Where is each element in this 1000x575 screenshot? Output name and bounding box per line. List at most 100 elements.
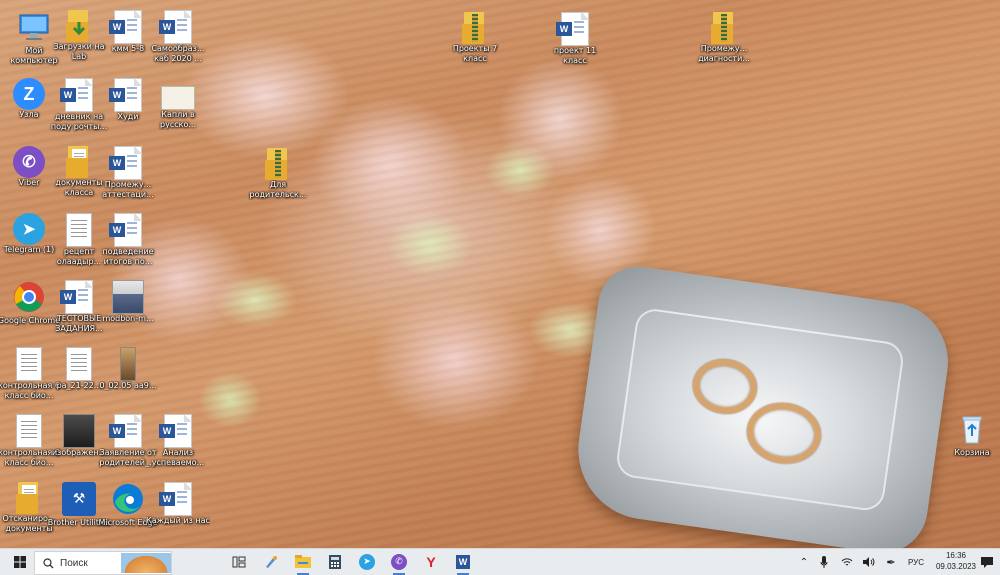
photo-thumbnail-icon [112, 280, 144, 314]
desktop-icon-label: modbon-m... [102, 314, 154, 323]
notifications-button[interactable] [978, 549, 996, 575]
desktop-icon-intermediate-diag[interactable]: Промежу... диагности... [692, 12, 756, 64]
desktop-icon-label: проект 11 класс [553, 46, 597, 65]
download-folder-icon [64, 10, 94, 42]
recycle-bin-icon [955, 412, 989, 446]
zip-folder-icon [263, 148, 293, 180]
taskbar: Поиск ➤ ✆ Y W ⌃ ✒ РУС 16:36 09.03.2023 [0, 548, 1000, 575]
calculator-icon [329, 555, 341, 569]
desktop-icon-modbon[interactable]: modbon-m... [96, 280, 160, 324]
microphone-indicator[interactable] [816, 549, 832, 575]
desktop-icon-projects-7[interactable]: Проекты 7 класс [443, 12, 507, 64]
image-doc-icon [16, 347, 42, 381]
volume-button[interactable] [860, 549, 878, 575]
zip-folder-icon [709, 12, 739, 44]
taskbar-app-explorer[interactable] [290, 549, 316, 575]
clock-date: 09.03.2023 [935, 562, 976, 571]
desktop-icon-self-edu[interactable]: W Самообраз... каб 2020 ... [146, 10, 210, 64]
search-highlight-image [121, 553, 171, 573]
word-doc-icon: W [60, 78, 93, 112]
word-doc-icon: W [556, 12, 589, 46]
desktop-icon-project-11[interactable]: W проект 11 класс [543, 12, 607, 66]
task-view-button[interactable] [226, 549, 252, 575]
desktop-icon-each-of-us[interactable]: W Каждый из нас [146, 482, 210, 526]
word-doc-icon: W [159, 482, 192, 516]
language-label: РУС [907, 557, 925, 567]
clock-time: 16:36 [945, 551, 966, 560]
desktop-icon-label: подведение итогов по... [102, 247, 154, 266]
desktop-icon-recycle-bin[interactable]: Корзина [940, 412, 1000, 458]
chrome-icon [12, 280, 46, 314]
silver-tray [569, 261, 956, 548]
desktop-icon-drops[interactable]: Капли в русско... [146, 78, 210, 130]
yandex-browser-icon: Y [426, 554, 436, 570]
word-doc-icon: W [60, 280, 93, 314]
telegram-icon: ➤ [13, 213, 45, 245]
speaker-icon [863, 557, 875, 567]
image-doc-icon [16, 414, 42, 448]
word-doc-icon: W [109, 10, 142, 44]
photo-thumbnail-icon [63, 414, 95, 448]
viber-icon: ✆ [13, 146, 45, 178]
desktop-icon-summary[interactable]: W подведение итогов по... [96, 213, 160, 267]
taskbar-clock[interactable]: 16:36 09.03.2023 [936, 550, 976, 572]
telegram-icon: ➤ [359, 554, 375, 570]
taskbar-app-telegram[interactable]: ➤ [354, 549, 380, 575]
desktop-icon-label: Каждый из нас [146, 516, 210, 525]
desktop-icon-label: Самообраз... каб 2020 ... [151, 44, 205, 63]
language-indicator[interactable]: РУС [904, 549, 928, 575]
pen-icon: ✒ [886, 555, 896, 569]
paint-brush-icon [266, 556, 277, 568]
pen-button[interactable]: ✒ [882, 549, 900, 575]
search-placeholder: Поиск [60, 557, 88, 569]
search-icon [43, 557, 54, 568]
network-button[interactable] [838, 549, 856, 575]
desktop-icon-label: Проекты 7 класс [452, 44, 498, 63]
start-button[interactable] [8, 549, 32, 575]
taskbar-app-calculator[interactable] [322, 549, 348, 575]
desktop-icon-label: Промежу... аттестаци... [102, 180, 154, 199]
task-view-icon [232, 556, 246, 568]
notification-icon [981, 556, 993, 568]
taskbar-app-yandex[interactable]: Y [418, 549, 444, 575]
taskbar-search-box[interactable]: Поиск [34, 551, 172, 575]
zoom-icon: Z [13, 78, 45, 110]
photo-thumbnail-icon [120, 347, 136, 381]
word-doc-icon: W [159, 10, 192, 44]
image-doc-icon [66, 347, 92, 381]
desktop-icon-attestation[interactable]: W Промежу... аттестаци... [96, 146, 160, 200]
edge-icon [111, 482, 145, 516]
word-doc-icon: W [109, 146, 142, 180]
file-explorer-icon [295, 555, 311, 568]
desktop-icon-analysis[interactable]: W Анализ успеваемо... [146, 414, 210, 468]
word-doc-icon: W [159, 414, 192, 448]
desktop-icon-label: Капли в русско... [160, 110, 196, 129]
computer-icon [17, 10, 51, 44]
show-hidden-icons-button[interactable]: ⌃ [796, 549, 812, 575]
brother-utilities-icon: ⚒ [62, 482, 96, 516]
desktop-icon-label: 0_02.05 аа9... [99, 381, 157, 390]
wifi-icon [841, 558, 853, 566]
word-icon: W [456, 555, 470, 569]
word-doc-icon: W [109, 78, 142, 112]
desktop-icon-for-parents[interactable]: Для родительск... [246, 148, 310, 200]
windows-logo-icon [14, 556, 26, 568]
taskbar-app-viber[interactable]: ✆ [386, 549, 412, 575]
desktop-icon-label: Анализ успеваемо... [151, 448, 205, 467]
chevron-up-icon: ⌃ [799, 556, 809, 568]
folder-icon [14, 482, 44, 514]
desktop-wallpaper: Мой компьютер Z Узла ✆ Viber ➤ Telegram … [0, 0, 1000, 548]
taskbar-app-word[interactable]: W [450, 549, 476, 575]
desktop-icon-label: Корзина [954, 448, 990, 457]
desktop-icon-label: Для родительск... [249, 180, 307, 199]
zip-folder-icon [460, 12, 490, 44]
word-doc-icon: W [109, 213, 142, 247]
viber-icon: ✆ [391, 554, 407, 570]
image-thumbnail-icon [161, 86, 195, 110]
desktop-icon-photo-0205[interactable]: 0_02.05 аа9... [96, 347, 160, 391]
desktop-icon-label: Промежу... диагности... [698, 44, 750, 63]
taskbar-app-paint[interactable] [258, 549, 284, 575]
text-doc-icon [66, 213, 92, 247]
word-doc-icon: W [109, 414, 142, 448]
microphone-icon [820, 556, 828, 568]
